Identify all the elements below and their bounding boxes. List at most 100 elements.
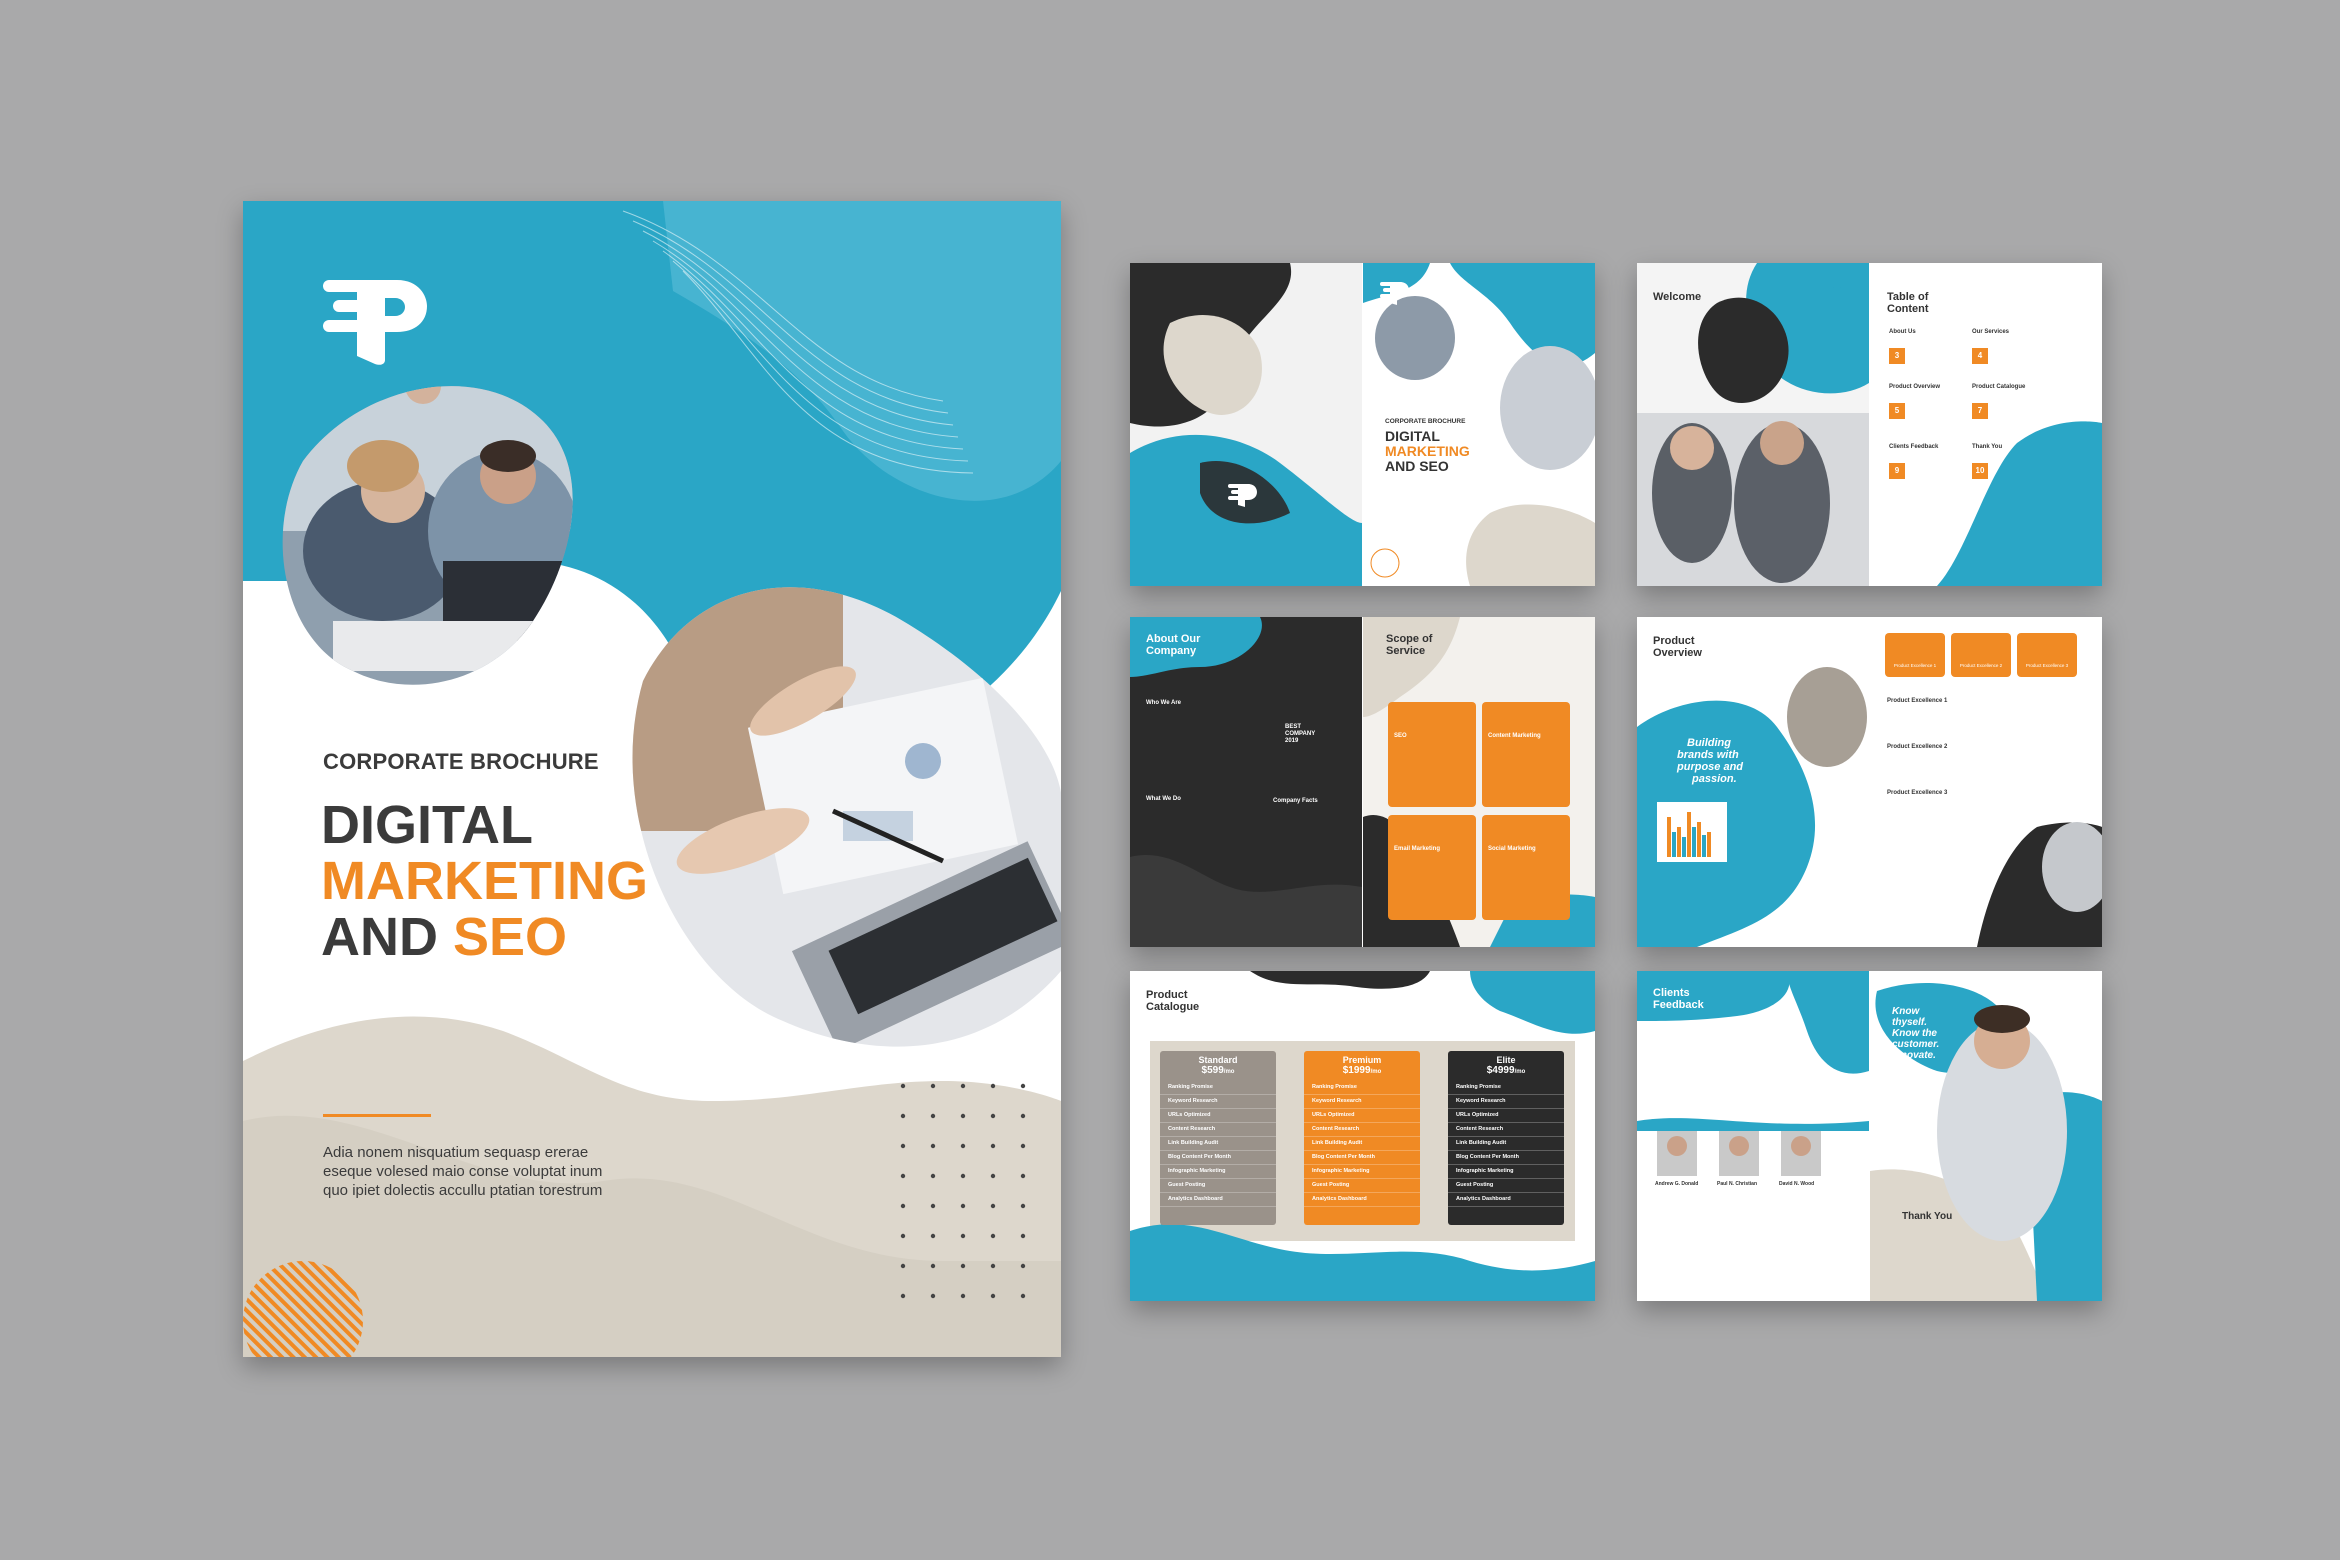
spread-product-catalogue: Product Catalogue Standard $599/mo Ranki… <box>1130 971 1595 1301</box>
plan-feature-row: Keyword Research <box>1448 1095 1564 1109</box>
feedback-quote-line4: customer. <box>1892 1039 1940 1050</box>
plan-feature-row: URLs Optimized <box>1448 1109 1564 1123</box>
scope-heading-line2: Service <box>1386 645 1426 657</box>
cover-title-line2: MARKETING <box>321 851 648 911</box>
spread-product-overview: Product Overview Building brands with pu… <box>1637 617 2102 947</box>
about-heading-line2: Company <box>1146 645 1197 657</box>
service-card-content-marketing: Content Marketing <box>1482 702 1570 807</box>
plan-feature-row: Guest Posting <box>1448 1179 1564 1193</box>
plan-feature-row: Content Research <box>1448 1123 1564 1137</box>
spread-back-logo-icon <box>1228 484 1257 507</box>
feedback-quote-line1: Know <box>1892 1006 1920 1017</box>
feedback-quote-line3: Know the <box>1892 1028 1937 1039</box>
best-company-label-3: 2019 <box>1285 738 1299 744</box>
plan-price-per: /mo <box>1514 1069 1526 1075</box>
plan-feature-row: Infographic Marketing <box>1448 1165 1564 1179</box>
client-name: Andrew G. Donald <box>1655 1181 1699 1187</box>
plan-feature-row: Link Building Audit <box>1304 1137 1420 1151</box>
plan-price-value: $1999 <box>1342 1065 1371 1076</box>
service-card-title: Social Marketing <box>1488 846 1536 852</box>
plan-feature-row: Infographic Marketing <box>1160 1165 1276 1179</box>
plan-feature-row: Guest Posting <box>1304 1179 1420 1193</box>
product-tile-label: Product Excellence 1 <box>1893 663 1937 668</box>
service-card-title: SEO <box>1394 733 1407 739</box>
overview-quote-line1: Building <box>1687 737 1731 749</box>
toc-item-num: 7 <box>1972 403 1988 419</box>
client-name: David N. Wood <box>1779 1181 1815 1187</box>
plan-feature-row: Content Research <box>1304 1123 1420 1137</box>
spread1-title-line2: MARKETING <box>1385 443 1470 459</box>
toc-item-label: Clients Feedback <box>1889 444 1939 450</box>
toc-title-line2: Content <box>1887 303 1929 315</box>
product-tile: Product Excellence 3 <box>2017 633 2077 677</box>
plan-feature-row: Keyword Research <box>1304 1095 1420 1109</box>
toc-item-label: Our Services <box>1972 329 2010 335</box>
service-card-email-marketing: Email Marketing <box>1388 815 1476 920</box>
spread-about-scope: About Our Company Who We Are What We Do … <box>1130 617 1595 947</box>
excellence-heading: Product Excellence 3 <box>1887 790 1948 796</box>
plan-price: $599/mo <box>1160 1065 1276 1081</box>
plan-price-per: /mo <box>1370 1069 1382 1075</box>
spread-logo-icon <box>1380 282 1409 305</box>
plan-feature-row: Blog Content Per Month <box>1448 1151 1564 1165</box>
toc-item-num: 10 <box>1972 463 1988 479</box>
welcome-heading: Welcome <box>1653 291 1702 303</box>
plan-feature-row: Ranking Promise <box>1448 1081 1564 1095</box>
toc-item-num: 3 <box>1889 348 1905 364</box>
cover-body-text: Adia nonem nisquatium sequasp ererae ese… <box>323 1144 603 1199</box>
plan-name: Standard <box>1198 1055 1238 1065</box>
spread-cover: CORPORATE BROCHURE DIGITAL MARKETING AND… <box>1130 263 1595 586</box>
cover-title-line3: AND SEO <box>321 909 567 965</box>
toc-item-label: Product Catalogue <box>1972 384 2026 390</box>
toc-item-label: Product Overview <box>1889 384 1941 390</box>
plan-feature-row: Ranking Promise <box>1160 1081 1276 1095</box>
plan-feature-row: Link Building Audit <box>1448 1137 1564 1151</box>
service-card-title: Email Marketing <box>1394 846 1441 852</box>
thank-you-heading: Thank You <box>1902 1211 1953 1222</box>
cover-kicker: CORPORATE BROCHURE <box>323 749 599 774</box>
service-card-title: Content Marketing <box>1488 733 1541 739</box>
toc-item-label: Thank You <box>1972 444 2003 450</box>
product-tile-label: Product Excellence 2 <box>1959 663 2003 668</box>
product-tile: Product Excellence 2 <box>1951 633 2011 677</box>
spread-clients-feedback: Clients Feedback Know thyself. Know the … <box>1637 971 2102 1301</box>
plan-price-value: $599 <box>1201 1065 1224 1076</box>
cover-title-seo: SEO <box>453 907 568 967</box>
plan-feature-row: Keyword Research <box>1160 1095 1276 1109</box>
plan-feature-row: Blog Content Per Month <box>1160 1151 1276 1165</box>
plan-card-premium: Premium $1999/mo Ranking Promise Keyword… <box>1304 1051 1420 1225</box>
client-name: Paul N. Christian <box>1717 1181 1758 1187</box>
feedback-heading-line2: Feedback <box>1653 999 1704 1011</box>
spread1-kicker: CORPORATE BROCHURE <box>1385 418 1466 425</box>
overview-quote-line4: passion. <box>1692 773 1737 785</box>
toc-item-num: 9 <box>1889 463 1905 479</box>
company-facts-label: Company Facts <box>1273 798 1318 804</box>
plan-name: Premium <box>1342 1055 1382 1065</box>
plan-card-elite: Elite $4999/mo Ranking Promise Keyword R… <box>1448 1051 1564 1225</box>
plan-feature-row: Analytics Dashboard <box>1160 1193 1276 1207</box>
feedback-quote-line2: thyself. <box>1892 1017 1928 1028</box>
cover-title-line1: DIGITAL <box>321 795 533 855</box>
toc-item-num: 4 <box>1972 348 1988 364</box>
plan-card-standard: Standard $599/mo Ranking Promise Keyword… <box>1160 1051 1276 1225</box>
toc-item-num: 5 <box>1889 403 1905 419</box>
what-we-do-label: What We Do <box>1146 796 1181 802</box>
plan-price: $4999/mo <box>1448 1065 1564 1081</box>
product-tile: Product Excellence 1 <box>1885 633 1945 677</box>
cover-page: CORPORATE BROCHURE DIGITAL MARKETING AND… <box>243 201 1061 1357</box>
overview-heading-line2: Overview <box>1653 647 1702 659</box>
plan-feature-row: Ranking Promise <box>1304 1081 1420 1095</box>
service-card-seo: SEO <box>1388 702 1476 807</box>
cover-title-and: AND <box>321 907 453 967</box>
plan-name: Elite <box>1496 1055 1516 1065</box>
plan-price-value: $4999 <box>1486 1065 1515 1076</box>
plan-feature-row: Content Research <box>1160 1123 1276 1137</box>
spread-welcome-toc: Welcome Table of Content About Us 3 Our … <box>1637 263 2102 586</box>
plan-feature-row: URLs Optimized <box>1304 1109 1420 1123</box>
plan-feature-row: Analytics Dashboard <box>1304 1193 1420 1207</box>
who-we-are-label: Who We Are <box>1146 700 1182 706</box>
feedback-quote-line5: Innovate. <box>1892 1050 1936 1061</box>
plan-feature-row: Guest Posting <box>1160 1179 1276 1193</box>
excellence-heading: Product Excellence 1 <box>1887 698 1948 704</box>
plan-feature-row: Blog Content Per Month <box>1304 1151 1420 1165</box>
